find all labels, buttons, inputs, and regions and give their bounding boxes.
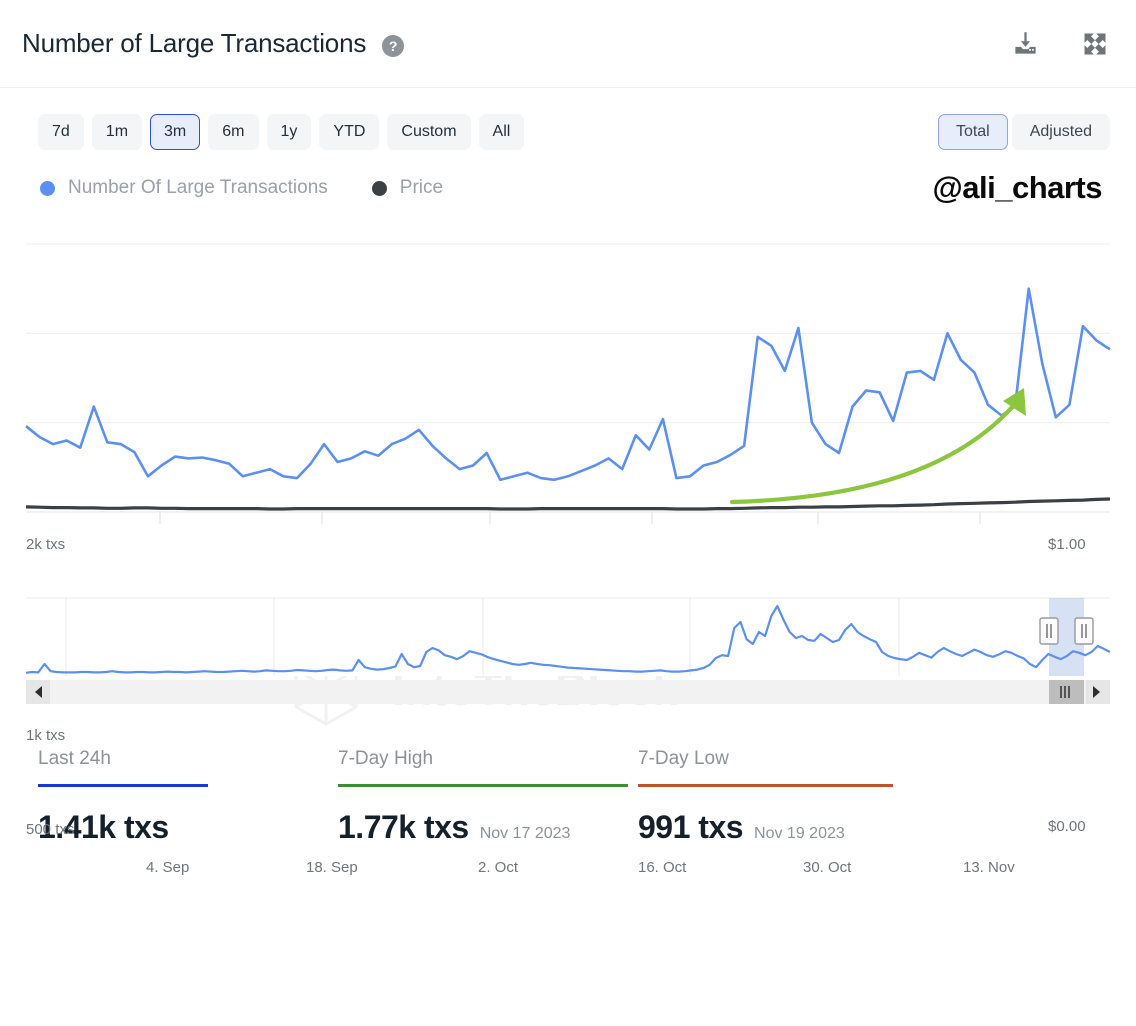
range-btn-7d[interactable]: 7d	[38, 114, 84, 150]
range-btn-3m[interactable]: 3m	[150, 114, 200, 150]
legend-item-price[interactable]: Price	[372, 177, 443, 199]
green-uptrend-arrow	[732, 398, 1020, 502]
stat-label: 7-Day Low	[638, 748, 938, 770]
range-btn-custom[interactable]: Custom	[387, 114, 470, 150]
range-btn-1y[interactable]: 1y	[267, 114, 312, 150]
y2-axis-tick-0: $0.00	[1048, 818, 1086, 835]
download-icon[interactable]	[1010, 29, 1040, 59]
stat-rule	[638, 784, 893, 787]
page-title: Number of Large Transactions	[22, 28, 366, 59]
legend-item-large-transactions[interactable]: Number Of Large Transactions	[40, 177, 328, 199]
stat-label: 7-Day High	[338, 748, 638, 770]
question-mark-circle-icon[interactable]: ?	[382, 35, 404, 57]
x-axis-tick-3: 16. Oct	[638, 859, 686, 876]
stat-date: Nov 19 2023	[754, 825, 845, 843]
x-axis-tick-4: 30. Oct	[803, 859, 851, 876]
range-handle-right	[1075, 618, 1093, 644]
stat-date: Nov 17 2023	[480, 825, 571, 843]
mode-btn-total[interactable]: Total	[938, 114, 1008, 150]
range-btn-ytd[interactable]: YTD	[319, 114, 379, 150]
metric-mode-group: Total Adjusted	[938, 114, 1110, 150]
stat-rule	[38, 784, 208, 787]
y-axis-tick-2k: 2k txs	[26, 536, 65, 553]
range-handle-left	[1040, 618, 1058, 644]
legend-label: Price	[400, 177, 443, 199]
stat-value: 991 txs	[638, 809, 743, 846]
range-btn-all[interactable]: All	[479, 114, 525, 150]
scroll-right-arrow-icon	[1086, 680, 1110, 704]
x-axis-tick-5: 13. Nov	[963, 859, 1015, 876]
main-chart[interactable]: IntoTheBlock 2k txs 1.5k txs 1k txs 500 …	[0, 220, 1136, 580]
stat-value-row: 1.41k txs	[38, 809, 338, 846]
y2-axis-tick-1: $1.00	[1048, 536, 1086, 553]
stat-7-day-low: 7-Day Low 991 txs Nov 19 2023	[638, 748, 938, 846]
y-axis-tick-1k: 1k txs	[26, 727, 65, 744]
x-axis-tick-2: 2. Oct	[478, 859, 518, 876]
stat-label: Last 24h	[38, 748, 338, 770]
mode-btn-adjusted[interactable]: Adjusted	[1012, 114, 1110, 150]
chart-header: Number of Large Transactions ?	[0, 0, 1136, 88]
stat-last-24h: Last 24h 1.41k txs	[38, 748, 338, 846]
navigator-canvas[interactable]	[0, 592, 1136, 708]
time-range-group: 7d 1m 3m 6m 1y YTD Custom All	[38, 114, 524, 150]
stat-value: 1.77k txs	[338, 809, 469, 846]
y-axis-tick-500: 500 txs	[26, 821, 74, 838]
fullscreen-expand-icon[interactable]	[1080, 29, 1110, 59]
stat-value-row: 1.77k txs Nov 17 2023	[338, 809, 638, 846]
scroll-left-arrow-icon	[26, 680, 50, 704]
navigator-scrollbar-thumb	[1049, 680, 1084, 704]
chart-controls: 7d 1m 3m 6m 1y YTD Custom All Total Adju…	[0, 88, 1136, 150]
range-btn-6m[interactable]: 6m	[208, 114, 258, 150]
chart-legend: Number Of Large Transactions Price @ali_…	[0, 150, 1136, 206]
header-actions	[1010, 29, 1110, 59]
author-handle-watermark: @ali_charts	[933, 170, 1110, 206]
summary-stats: Last 24h 1.41k txs 7-Day High 1.77k txs …	[0, 708, 1136, 846]
stat-7-day-high: 7-Day High 1.77k txs Nov 17 2023	[338, 748, 638, 846]
chart-canvas[interactable]	[0, 220, 1136, 580]
range-btn-1m[interactable]: 1m	[92, 114, 142, 150]
legend-dot-icon	[372, 181, 387, 196]
stat-value-row: 991 txs Nov 19 2023	[638, 809, 938, 846]
x-axis-tick-0: 4. Sep	[146, 859, 189, 876]
legend-label: Number Of Large Transactions	[68, 177, 328, 199]
chart-navigator[interactable]: 2014 2016 2018 2020 2022	[0, 592, 1136, 708]
legend-dot-icon	[40, 181, 55, 196]
x-axis-tick-1: 18. Sep	[306, 859, 358, 876]
stat-rule	[338, 784, 628, 787]
